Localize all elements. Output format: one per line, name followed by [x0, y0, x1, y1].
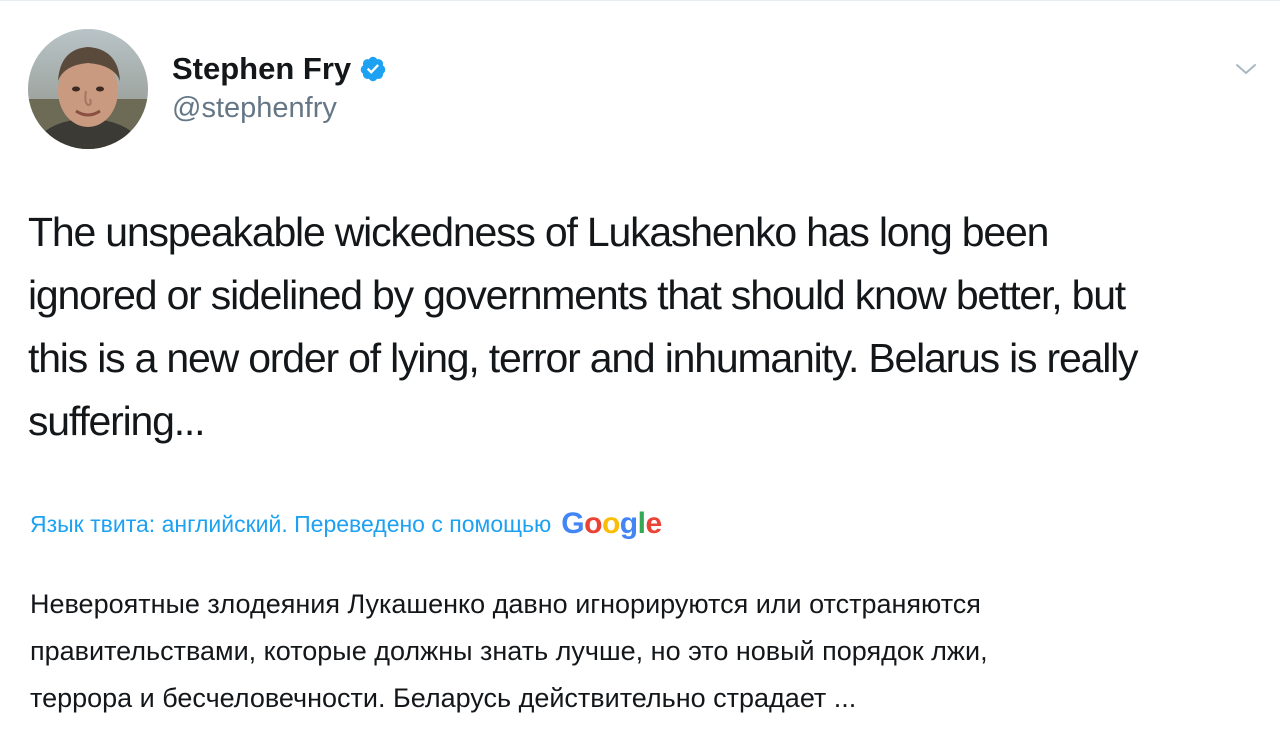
- translated-text-line: правительствами, которые должны знать лу…: [30, 636, 988, 666]
- tweet-body: The unspeakable wickedness of Lukashenko…: [28, 201, 1258, 453]
- translated-text-line: террора и бесчеловечности. Беларусь дейс…: [30, 683, 857, 713]
- translated-text-line: Невероятные злодеяния Лукашенко давно иг…: [30, 589, 981, 619]
- author-display-name[interactable]: Stephen Fry: [172, 51, 351, 87]
- translated-tweet-body: Невероятные злодеяния Лукашенко давно иг…: [30, 581, 1250, 722]
- verified-badge-icon: [359, 55, 387, 83]
- tweet-text-line: The unspeakable wickedness of Lukashenko…: [28, 209, 1049, 255]
- author-handle[interactable]: @stephenfry: [172, 91, 387, 125]
- google-logo-letter: g: [619, 507, 638, 540]
- tweet-text-line: ignored or sidelined by governments that…: [28, 272, 1126, 318]
- google-logo-letter: e: [645, 507, 662, 540]
- tweet-text-line: this is a new order of lying, terror and…: [28, 335, 1139, 381]
- translation-label[interactable]: Язык твита: английский. Переведено с пом…: [30, 511, 551, 538]
- google-logo-letter: o: [584, 507, 602, 540]
- tweet-text-line: suffering...: [28, 398, 205, 444]
- chevron-down-icon[interactable]: [1234, 59, 1258, 79]
- google-logo: Google: [561, 507, 662, 541]
- google-logo-letter: o: [601, 507, 620, 540]
- author-info: Stephen Fry @stephenfry: [172, 51, 387, 125]
- avatar[interactable]: [28, 29, 148, 149]
- translation-attribution[interactable]: Язык твита: английский. Переведено с пом…: [30, 507, 662, 541]
- google-logo-letter: l: [637, 507, 646, 540]
- author-name-row[interactable]: Stephen Fry: [172, 51, 387, 87]
- tweet-card: Stephen Fry @stephenfry The unspeakable …: [0, 0, 1280, 756]
- google-logo-letter: G: [561, 507, 585, 540]
- tweet-header: Stephen Fry @stephenfry: [28, 29, 1280, 151]
